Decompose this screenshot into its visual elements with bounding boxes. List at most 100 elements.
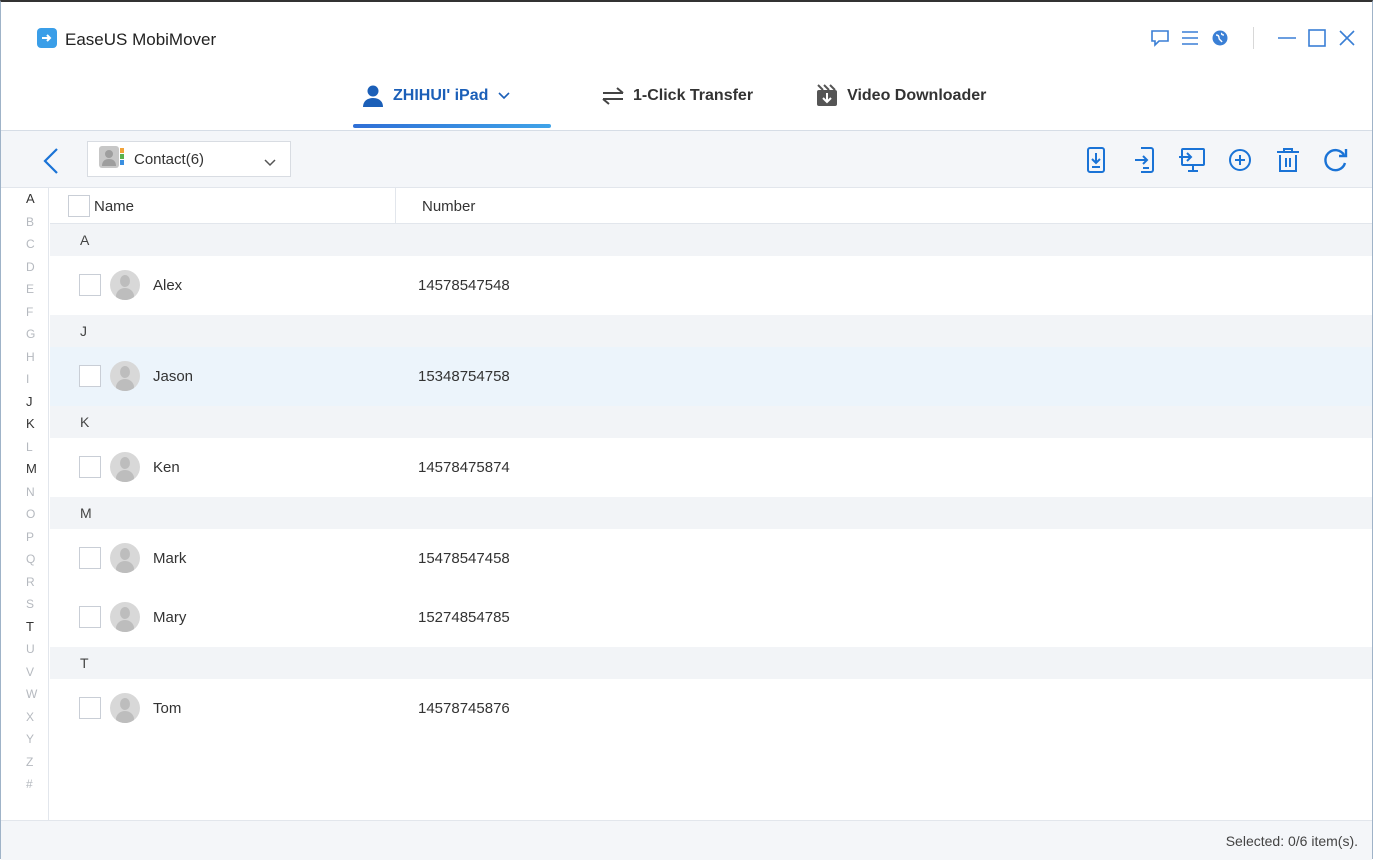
row-checkbox[interactable] [79,365,101,387]
group-header: K [50,406,1372,438]
toolbar-actions [1072,145,1360,175]
avatar-icon [110,361,140,391]
row-checkbox[interactable] [79,274,101,296]
alpha-index-letter[interactable]: # [1,773,48,796]
app-title: EaseUS MobiMover [65,30,217,49]
row-checkbox[interactable] [79,606,101,628]
app-logo-icon [37,28,57,48]
alpha-index-letter[interactable]: S [1,593,48,616]
contact-name: Mark [153,550,187,567]
import-icon[interactable] [1120,145,1168,175]
globe-icon[interactable] [1205,24,1235,52]
column-header-name[interactable]: Name [94,198,134,215]
tab-1-click-transfer-label: 1-Click Transfer [633,87,754,104]
alpha-index-letter[interactable]: F [1,301,48,324]
alpha-index-letter[interactable]: I [1,368,48,391]
select-all-checkbox[interactable] [68,195,90,217]
close-icon[interactable] [1332,24,1362,52]
table-row[interactable]: Alex 14578547548 [50,256,1372,315]
avatar-icon [110,270,140,300]
group-letter: T [80,655,89,671]
alpha-index-letter[interactable]: B [1,211,48,234]
group-header: M [50,497,1372,529]
alpha-index-letter[interactable]: C [1,233,48,256]
alpha-index-letter[interactable]: E [1,278,48,301]
toolbar: Contact(6) [1,131,1372,188]
alpha-index-letter[interactable]: W [1,683,48,706]
refresh-icon[interactable] [1312,145,1360,175]
tab-video-downloader-label: Video Downloader [847,87,987,104]
alpha-index-letter[interactable]: T [1,616,48,639]
controls-divider [1253,27,1254,49]
alpha-index-letter[interactable]: K [1,413,48,436]
export-to-device-icon[interactable] [1072,145,1120,175]
column-divider[interactable] [395,188,396,224]
alpha-index-letter[interactable]: U [1,638,48,661]
alpha-index-letter[interactable]: A [1,188,48,211]
alpha-index-letter[interactable]: Q [1,548,48,571]
table-row[interactable]: Mary 15274854785 [50,588,1372,647]
group-letter: K [80,414,90,430]
main-tabs: ZHIHUI' iPad 1-Click Transfer Video Down… [353,76,994,131]
minimize-icon[interactable] [1272,24,1302,52]
alpha-index-letter[interactable]: G [1,323,48,346]
export-to-computer-icon[interactable] [1168,145,1216,175]
alpha-index-letter[interactable]: R [1,571,48,594]
row-checkbox[interactable] [79,456,101,478]
alpha-index-letter[interactable]: J [1,391,48,414]
alpha-index-letter[interactable]: N [1,481,48,504]
alpha-index-letter[interactable]: V [1,661,48,684]
avatar-icon [110,602,140,632]
contact-number: 14578475874 [418,459,510,476]
contact-number: 15274854785 [418,609,510,626]
group-header: J [50,315,1372,347]
alpha-index-letter[interactable]: P [1,526,48,549]
selection-status: Selected: 0/6 item(s). [1225,833,1358,849]
alpha-index-letter[interactable]: Y [1,728,48,751]
contact-name: Ken [153,459,180,476]
row-checkbox[interactable] [79,697,101,719]
tab-device[interactable]: ZHIHUI' iPad [353,76,551,128]
tab-video-downloader[interactable]: Video Downloader [807,76,994,116]
alpha-index-letter[interactable]: L [1,436,48,459]
add-icon[interactable] [1216,145,1264,175]
table-row[interactable]: Ken 14578475874 [50,438,1372,497]
alpha-index-letter[interactable]: X [1,706,48,729]
contact-number: 14578745876 [418,700,510,717]
alpha-index-letter[interactable]: Z [1,751,48,774]
row-checkbox[interactable] [79,547,101,569]
transfer-arrows-icon [601,87,625,105]
group-letter: J [80,323,87,339]
alpha-index-letter[interactable]: D [1,256,48,279]
avatar-icon [110,543,140,573]
contact-name: Alex [153,277,183,294]
contact-name: Mary [153,609,187,626]
group-header: T [50,647,1372,679]
alpha-index-letter[interactable]: O [1,503,48,526]
contact-number: 15348754758 [418,368,510,385]
back-icon[interactable] [39,147,63,175]
alpha-index-letter[interactable]: H [1,346,48,369]
group-header: A [50,224,1372,256]
table-row[interactable]: Tom 14578745876 [50,679,1372,738]
contact-number: 14578547548 [418,277,510,294]
group-letter: A [80,232,90,248]
feedback-icon[interactable] [1145,24,1175,52]
alpha-index-letter[interactable]: M [1,458,48,481]
table-row[interactable]: Jason 15348754758 [50,347,1372,406]
menu-icon[interactable] [1175,24,1205,52]
avatar-icon [110,693,140,723]
column-header-number[interactable]: Number [422,198,475,215]
tab-device-label: ZHIHUI' iPad [393,87,489,104]
maximize-icon[interactable] [1302,24,1332,52]
table-row[interactable]: Mark 15478547458 [50,529,1372,588]
status-bar: Selected: 0/6 item(s). [1,820,1372,860]
tab-1-click-transfer[interactable]: 1-Click Transfer [593,76,761,116]
group-letter: M [80,505,92,521]
data-type-label: Contact(6) [134,150,205,168]
contact-book-icon [98,144,126,175]
data-type-select[interactable]: Contact(6) [87,141,291,177]
delete-icon[interactable] [1264,145,1312,175]
window-controls [1145,24,1362,52]
chevron-down-icon[interactable] [498,92,510,100]
